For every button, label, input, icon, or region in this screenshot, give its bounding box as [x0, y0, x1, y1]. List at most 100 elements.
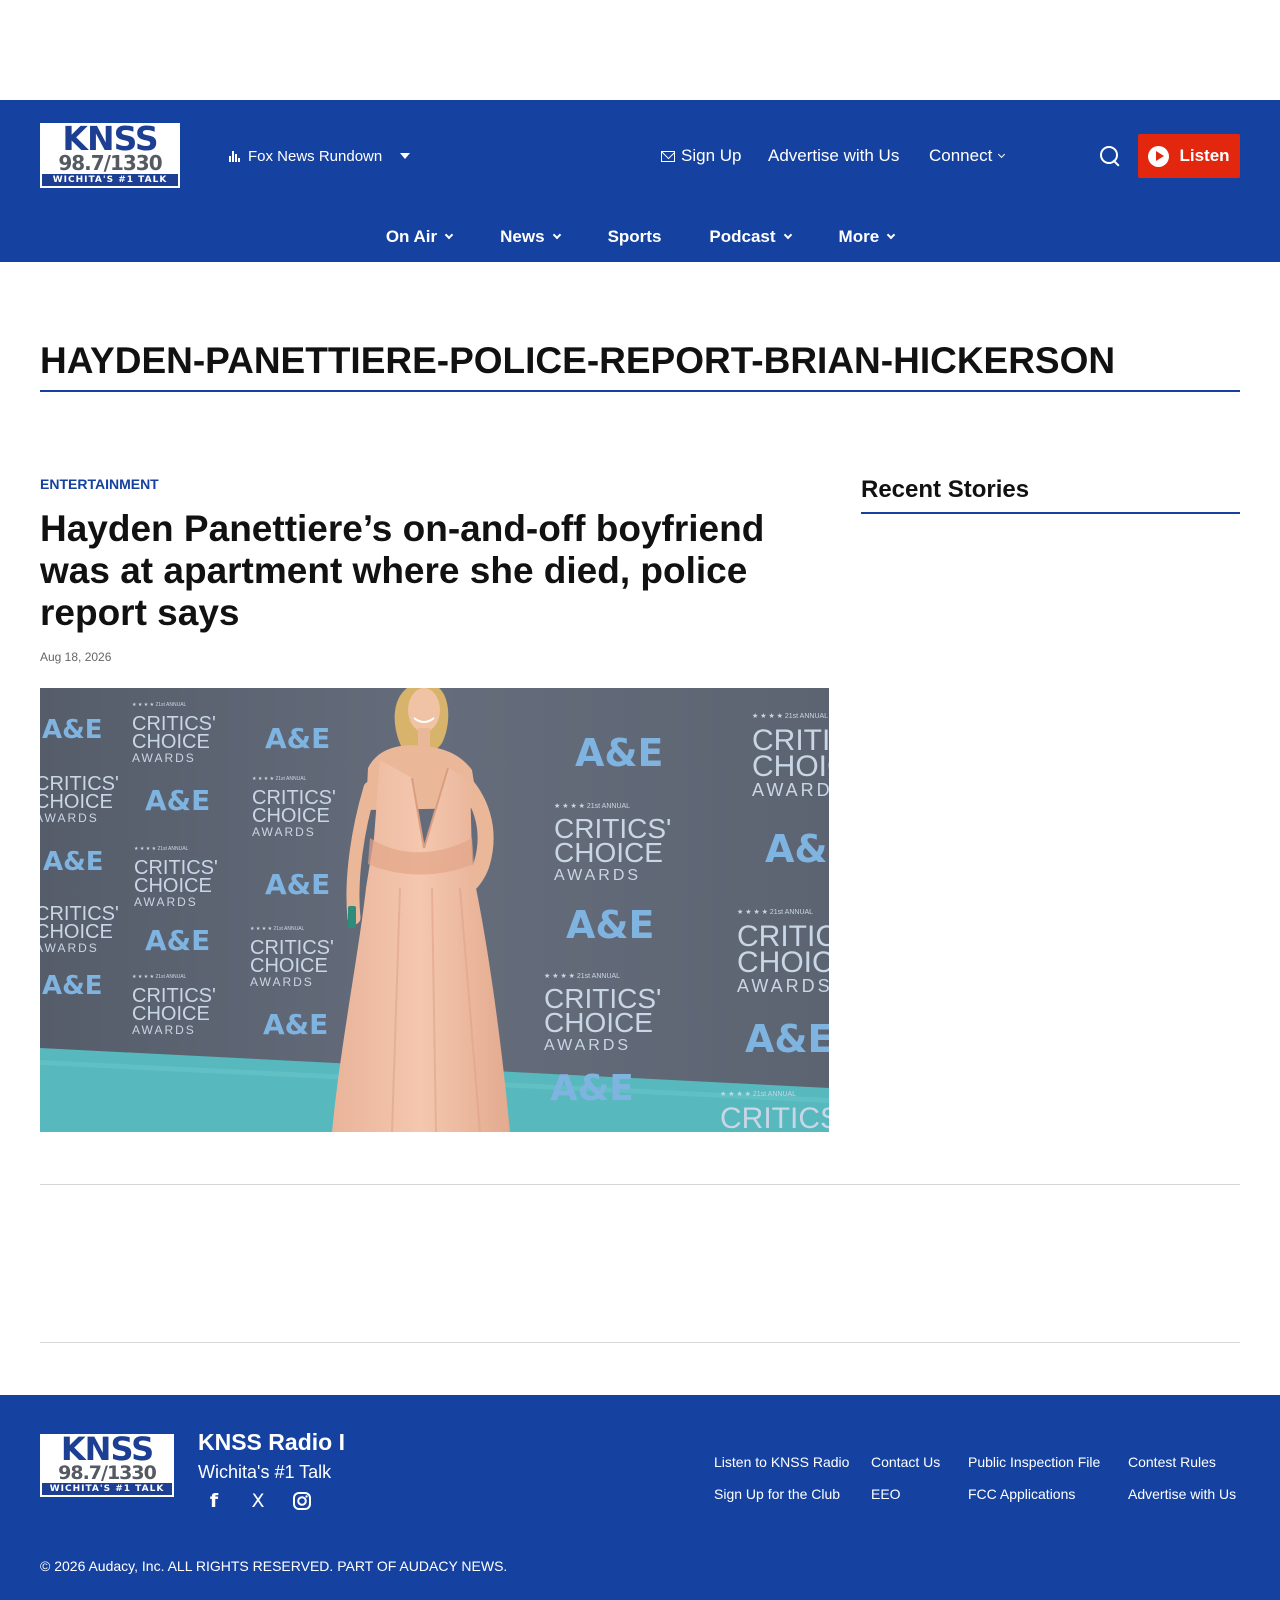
- article-hero-image: A&E A&E A&E A&E A&E A&E A&E A&E A&E A&E …: [40, 688, 829, 1132]
- top-ad-slot: [0, 0, 1280, 100]
- backdrop-award-line: AWARDS: [737, 976, 829, 996]
- backdrop-edition: ★ ★ ★ ★ 21st ANNUAL: [252, 776, 307, 782]
- backdrop-award-line: AWARDS: [544, 1037, 631, 1054]
- backdrop-logo: A&E: [263, 1008, 328, 1041]
- listen-label: Listen: [1179, 146, 1230, 165]
- footer-link-listen[interactable]: Listen to KNSS Radio: [714, 1454, 849, 1470]
- backdrop-logo: A&E: [145, 924, 210, 957]
- nav-item-podcast[interactable]: Podcast: [709, 227, 792, 247]
- caret-down-icon[interactable]: [400, 153, 411, 159]
- backdrop-logo: A&E: [265, 722, 330, 755]
- equalizer-icon: [229, 150, 240, 162]
- copyright-notice: © 2026 Audacy, Inc. ALL RIGHTS RESERVED.…: [40, 1558, 508, 1574]
- backdrop-award-line: AWARDS: [554, 867, 641, 884]
- facebook-icon[interactable]: f: [202, 1489, 226, 1513]
- connect-label: Connect: [929, 146, 993, 165]
- footer-station-name: KNSS Radio I: [198, 1429, 345, 1455]
- backdrop-award-line: CHOICE: [132, 731, 210, 753]
- backdrop-award-line: CHOICE: [40, 791, 113, 813]
- facebook-glyph: f: [209, 1490, 219, 1512]
- backdrop-award-line: AWARDS: [134, 895, 198, 909]
- backdrop-edition: ★ ★ ★ ★ 21st ANNUAL: [544, 972, 620, 980]
- footer-link-eeo[interactable]: EEO: [871, 1486, 901, 1502]
- logo-call-letters: KNSS: [42, 1430, 172, 1468]
- backdrop-logo: A&E: [42, 715, 103, 745]
- backdrop-award-line: CHOICE: [737, 946, 829, 979]
- backdrop-logo: A&E: [765, 827, 829, 871]
- logo-frequency: 98.7/1330: [58, 150, 162, 175]
- hero-photo: A&E A&E A&E A&E A&E A&E A&E A&E A&E A&E …: [40, 688, 829, 1132]
- chevron-down-icon: [552, 230, 561, 240]
- backdrop-logo: A&E: [550, 1068, 634, 1109]
- footer-station-logo[interactable]: KNSS 98.7/1330 WICHITA'S #1 TALK: [40, 1430, 174, 1497]
- sign-up-label: Sign Up: [681, 146, 742, 165]
- nav-label: Sports: [607, 227, 662, 246]
- recent-stories-heading: Recent Stories: [861, 476, 1240, 514]
- footer-link-public-file[interactable]: Public Inspection File: [968, 1454, 1100, 1470]
- station-logo[interactable]: KNSS 98.7/1330 WICHITA'S #1 TALK: [40, 119, 180, 188]
- nav-label: More: [838, 227, 880, 246]
- article-category-link[interactable]: ENTERTAINMENT: [40, 476, 159, 492]
- logo-call-letters: KNSS: [42, 119, 178, 158]
- nav-item-news[interactable]: News: [500, 227, 561, 247]
- nav-item-more[interactable]: More: [838, 227, 896, 247]
- backdrop-award-line: CHOICE: [252, 805, 330, 827]
- footer-link-contest-rules[interactable]: Contest Rules: [1128, 1454, 1216, 1470]
- x-glyph: X: [251, 1490, 265, 1512]
- instagram-icon[interactable]: [290, 1489, 314, 1513]
- backdrop-logo: A&E: [43, 847, 104, 877]
- article-date: Aug 18, 2026: [40, 650, 112, 664]
- backdrop-edition: ★ ★ ★ ★ 21st ANNUAL: [720, 1090, 796, 1098]
- advertise-label: Advertise with Us: [768, 146, 900, 165]
- backdrop-award-line: CHOICE: [40, 921, 113, 943]
- backdrop-edition: ★ ★ ★ ★ 21st ANNUAL: [134, 846, 189, 852]
- footer-link-fcc[interactable]: FCC Applications: [968, 1486, 1075, 1502]
- play-icon: [1148, 145, 1170, 167]
- site-header: KNSS 98.7/1330 WICHITA'S #1 TALK Fox New…: [0, 100, 1280, 262]
- nav-label: Podcast: [709, 227, 776, 246]
- chevron-down-icon: [886, 230, 896, 240]
- backdrop-award-line: CHOICE: [544, 1007, 653, 1038]
- backdrop-award-line: AWARDS: [250, 975, 314, 989]
- backdrop-award-block: ★ ★ ★ ★ 21st ANNUAL CRITICS' CHOICE AWAR…: [752, 712, 829, 800]
- backdrop-logo: A&E: [265, 868, 330, 901]
- logo-slogan: WICHITA'S #1 TALK: [42, 173, 178, 186]
- x-icon[interactable]: X: [246, 1489, 270, 1513]
- sign-up-link[interactable]: Sign Up: [661, 140, 741, 172]
- backdrop-award-block: ★ ★ ★ ★ 21st ANNUAL CRITICS' CHOICE AWAR…: [737, 908, 829, 996]
- logo-frequency: 98.7/1330: [58, 1461, 157, 1484]
- advertise-link[interactable]: Advertise with Us: [768, 140, 899, 172]
- footer-link-advertise[interactable]: Advertise with Us: [1128, 1486, 1236, 1502]
- footer-link-contact[interactable]: Contact Us: [871, 1454, 940, 1470]
- listen-button[interactable]: Listen: [1138, 134, 1240, 178]
- chevron-down-icon: [444, 230, 454, 240]
- backdrop-award-line: CHOICE: [134, 875, 212, 897]
- backdrop-award-line: AWARDS: [40, 811, 99, 825]
- section-divider: [40, 1184, 1240, 1185]
- backdrop-award-line: AWARDS: [132, 751, 196, 765]
- backdrop-logo: A&E: [42, 971, 103, 1001]
- nav-item-on-air[interactable]: On Air: [385, 227, 454, 247]
- nav-label: On Air: [385, 227, 438, 246]
- backdrop-edition: ★ ★ ★ ★ 21st ANNUAL: [132, 974, 187, 980]
- connect-menu[interactable]: Connect: [929, 140, 1006, 172]
- section-divider: [40, 1342, 1240, 1343]
- footer-link-sign-up[interactable]: Sign Up for the Club: [714, 1486, 840, 1502]
- nav-item-sports[interactable]: Sports: [608, 227, 662, 247]
- page-title: HAYDEN-PANETTIERE-POLICE-REPORT-BRIAN-HI…: [40, 340, 1240, 392]
- backdrop-edition: ★ ★ ★ ★ 21st ANNUAL: [250, 926, 305, 932]
- backdrop-award-line: CHOICE: [752, 750, 829, 783]
- backdrop-award-line: AWARDS: [132, 1023, 196, 1037]
- backdrop-award-line: CHOICE: [132, 1003, 210, 1025]
- footer-tagline: Wichita's #1 Talk: [198, 1462, 332, 1482]
- backdrop-logo: A&E: [575, 731, 664, 775]
- backdrop-edition: ★ ★ ★ ★ 21st ANNUAL: [132, 702, 187, 708]
- main-nav: On Air News Sports Podcast More: [0, 220, 1280, 254]
- now-playing-selector[interactable]: Fox News Rundown: [229, 143, 411, 169]
- backdrop-edition: ★ ★ ★ ★ 21st ANNUAL: [752, 712, 828, 720]
- search-icon[interactable]: [1099, 145, 1121, 167]
- article-title: Hayden Panettiere’s on-and-off boyfriend…: [40, 508, 765, 633]
- site-footer: KNSS 98.7/1330 WICHITA'S #1 TALK KNSS Ra…: [0, 1395, 1280, 1600]
- nav-label: News: [500, 227, 545, 246]
- backdrop-award-line: AWARDS: [252, 825, 316, 839]
